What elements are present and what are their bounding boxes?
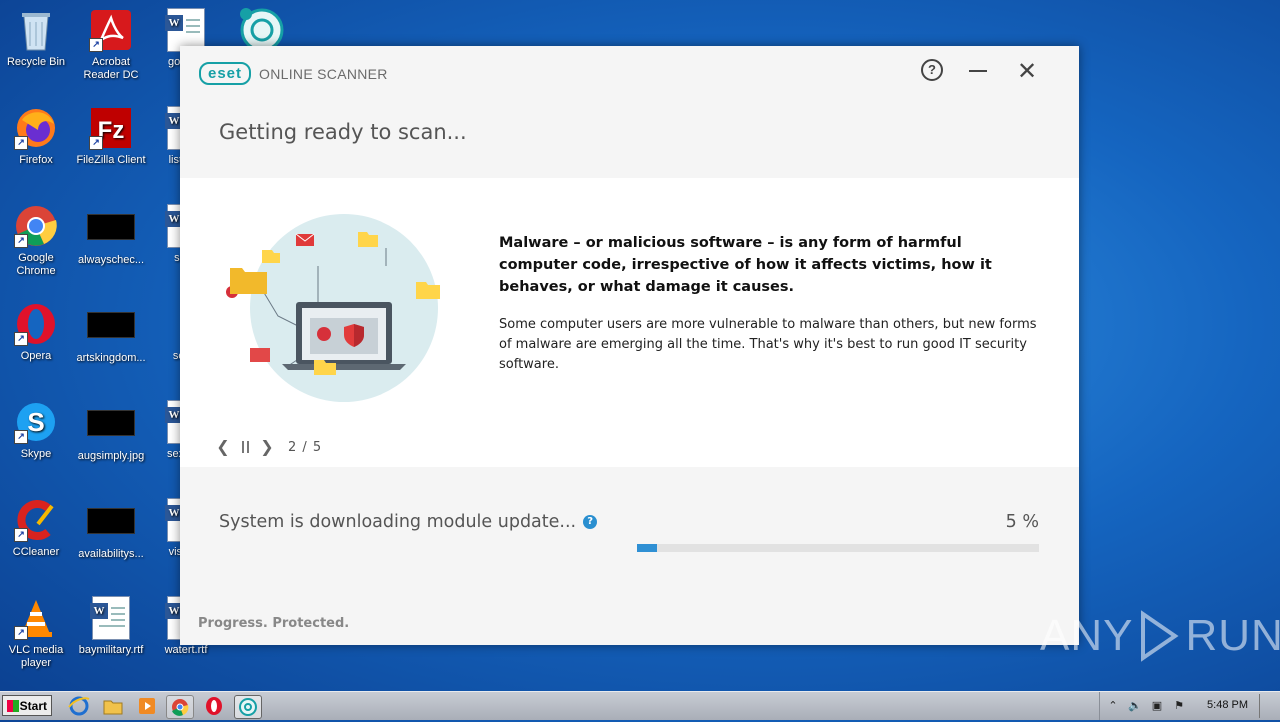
desktop-icon-skype[interactable]: S ↗ Skype bbox=[0, 400, 72, 461]
info-slide: Malware – or malicious software – is any… bbox=[180, 178, 1079, 467]
progress-bar bbox=[637, 544, 1039, 552]
svg-text:S: S bbox=[27, 407, 44, 437]
shortcut-arrow-icon: ↗ bbox=[14, 332, 28, 346]
file-thumbnail bbox=[87, 312, 135, 338]
skype-icon: S ↗ bbox=[14, 400, 58, 444]
taskbar-eset-icon[interactable] bbox=[234, 695, 262, 719]
eset-desktop-icon[interactable] bbox=[238, 6, 286, 52]
vlc-icon: ↗ bbox=[14, 596, 58, 640]
shortcut-arrow-icon: ↗ bbox=[14, 136, 28, 150]
clock[interactable]: 5:48 PM bbox=[1207, 699, 1248, 711]
shortcut-arrow-icon: ↗ bbox=[14, 234, 28, 248]
volume-icon[interactable]: 🔈 bbox=[1128, 699, 1142, 713]
slide-pager: ❮ ❯ 2 / 5 bbox=[212, 436, 322, 458]
shortcut-arrow-icon: ↗ bbox=[14, 626, 28, 640]
start-button[interactable]: Start bbox=[2, 695, 52, 716]
shortcut-arrow-icon: ↗ bbox=[14, 430, 28, 444]
desktop-file-availabilitys[interactable]: availabilitys... bbox=[75, 498, 147, 561]
desktop-icon-recycle-bin[interactable]: Recycle Bin bbox=[0, 8, 72, 69]
shortcut-arrow-icon: ↗ bbox=[89, 136, 103, 150]
previous-slide-button[interactable]: ❮ bbox=[212, 436, 234, 458]
play-icon bbox=[1141, 610, 1180, 662]
shortcut-arrow-icon: ↗ bbox=[89, 38, 103, 52]
desktop-file-augsimply[interactable]: augsimply.jpg bbox=[75, 400, 147, 463]
filezilla-icon: Fz ↗ bbox=[89, 106, 133, 150]
chevron-right-icon: ❯ bbox=[260, 437, 274, 456]
eset-brand: eset bbox=[199, 62, 252, 85]
pause-slides-button[interactable] bbox=[234, 436, 256, 458]
desktop-file-alwayschec[interactable]: alwayschec... bbox=[75, 204, 147, 267]
action-center-flag-icon[interactable]: ⚑ bbox=[1172, 699, 1186, 713]
desktop-file-artskingdom[interactable]: artskingdom... bbox=[75, 302, 147, 365]
start-label: Start bbox=[19, 699, 47, 713]
show-desktop-button[interactable] bbox=[1259, 694, 1280, 718]
progress-bar-fill bbox=[637, 544, 658, 552]
system-tray: ⌃ 🔈 ▣ ⚑ 5:48 PM bbox=[1099, 692, 1280, 720]
slide-headline: Malware – or malicious software – is any… bbox=[499, 235, 992, 295]
desktop-file-baymilitary[interactable]: W baymilitary.rtf bbox=[75, 596, 147, 657]
taskbar-opera-icon[interactable] bbox=[201, 695, 227, 717]
taskbar-explorer-icon[interactable] bbox=[100, 695, 126, 717]
chrome-icon: ↗ bbox=[14, 204, 58, 248]
next-slide-button[interactable]: ❯ bbox=[256, 436, 278, 458]
page-title: Getting ready to scan... bbox=[219, 120, 467, 144]
desktop-icon-acrobat[interactable]: ↗ Acrobat Reader DC bbox=[75, 8, 147, 82]
close-button[interactable]: ✕ bbox=[1014, 58, 1040, 84]
file-thumbnail bbox=[87, 410, 135, 436]
file-thumbnail bbox=[87, 508, 135, 534]
chevron-left-icon: ❮ bbox=[216, 437, 230, 456]
desktop-icon-filezilla[interactable]: Fz ↗ FileZilla Client bbox=[75, 106, 147, 167]
malware-illustration bbox=[218, 206, 448, 406]
status-text: System is downloading module update... bbox=[219, 512, 577, 532]
minimize-button[interactable] bbox=[965, 58, 991, 84]
firefox-icon: ↗ bbox=[14, 106, 58, 150]
recycle-bin-icon bbox=[14, 8, 58, 52]
windows-flag-icon bbox=[7, 700, 19, 712]
title-bar[interactable]: eset ONLINE SCANNER ? ✕ bbox=[180, 46, 1079, 96]
info-help-icon[interactable]: ? bbox=[583, 515, 598, 529]
desktop-icon-ccleaner[interactable]: ↗ CCleaner bbox=[0, 498, 72, 559]
taskbar-media-player-icon[interactable] bbox=[134, 695, 160, 717]
pause-icon bbox=[241, 441, 244, 453]
file-thumbnail bbox=[87, 214, 135, 240]
slide-body: Some computer users are more vulnerable … bbox=[499, 317, 1037, 372]
anyrun-watermark: ANY RUN bbox=[1040, 610, 1280, 662]
taskbar: Start ⌃ 🔈 ▣ ⚑ 5:48 PM bbox=[0, 691, 1280, 720]
desktop-icon-chrome[interactable]: ↗ Google Chrome bbox=[0, 204, 72, 278]
product-name: ONLINE SCANNER bbox=[259, 65, 388, 82]
close-icon: ✕ bbox=[1016, 57, 1038, 85]
taskbar-ie-icon[interactable] bbox=[66, 695, 92, 717]
network-icon[interactable]: ▣ bbox=[1150, 699, 1164, 713]
question-icon: ? bbox=[921, 59, 943, 81]
watermark-text-right: RUN bbox=[1185, 611, 1280, 660]
shortcut-arrow-icon: ↗ bbox=[14, 528, 28, 542]
minimize-icon bbox=[969, 70, 987, 72]
acrobat-reader-icon: ↗ bbox=[89, 8, 133, 52]
eset-online-scanner-window: eset ONLINE SCANNER ? ✕ Getting ready to… bbox=[180, 46, 1079, 645]
progress-percent: 5 % bbox=[1005, 512, 1039, 532]
status-area: System is downloading module update... ? bbox=[219, 512, 598, 532]
word-document-icon: W bbox=[90, 596, 130, 640]
watermark-text-left: ANY bbox=[1040, 611, 1134, 660]
help-button[interactable]: ? bbox=[919, 58, 945, 84]
desktop-icon-opera[interactable]: ↗ Opera bbox=[0, 302, 72, 363]
opera-icon: ↗ bbox=[14, 302, 58, 346]
ccleaner-icon: ↗ bbox=[14, 498, 58, 542]
footer-slogan: Progress. Protected. bbox=[198, 616, 350, 631]
slide-counter: 2 / 5 bbox=[288, 439, 323, 455]
show-hidden-icons-button[interactable]: ⌃ bbox=[1106, 699, 1120, 713]
eset-logo: eset ONLINE SCANNER bbox=[199, 62, 388, 85]
desktop-icon-vlc[interactable]: ↗ VLC media player bbox=[0, 596, 72, 670]
desktop-icon-firefox[interactable]: ↗ Firefox bbox=[0, 106, 72, 167]
taskbar-chrome-icon[interactable] bbox=[166, 695, 194, 719]
